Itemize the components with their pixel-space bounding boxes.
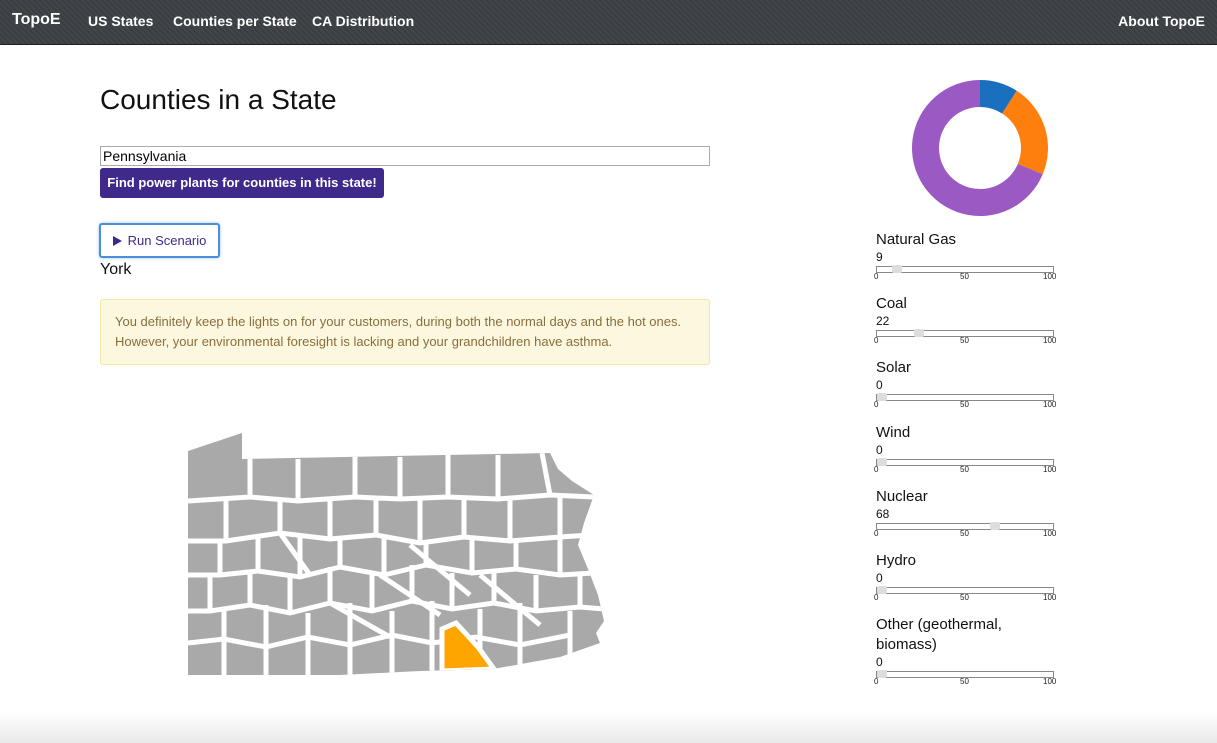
nav-link-about[interactable]: About TopoE [1118, 13, 1205, 29]
slider-other: Other (geothermal, biomass) 0 0 50 100 [874, 615, 1057, 687]
slider-wind: Wind 0 0 50 100 [874, 423, 1057, 475]
slider-label: Wind [876, 424, 911, 441]
donut-slice-coal [1002, 90, 1048, 175]
run-scenario-button[interactable]: Run Scenario [99, 223, 220, 258]
county-shapes [188, 433, 604, 675]
slider-handle[interactable] [914, 329, 924, 337]
nav-link-ca-distribution[interactable]: CA Distribution [312, 13, 414, 29]
nav-link-counties-per-state[interactable]: Counties per State [173, 13, 297, 29]
page-bottom-shadow [0, 712, 1217, 743]
slider-ticks: 0 50 100 [874, 593, 1057, 602]
energy-mix-donut-chart [912, 80, 1048, 217]
slider-solar: Solar 0 0 50 100 [874, 358, 1057, 410]
run-scenario-label: Run Scenario [127, 233, 207, 248]
slider-hydro: Hydro 0 0 50 100 [874, 551, 1057, 603]
slider-handle[interactable] [877, 458, 887, 466]
slider-ticks: 0 50 100 [874, 465, 1057, 474]
top-navbar: TopoE US States Counties per State CA Di… [0, 0, 1217, 45]
brand-link[interactable]: TopoE [12, 11, 61, 29]
slider-ticks: 0 50 100 [874, 272, 1057, 281]
slider-handle[interactable] [877, 393, 887, 401]
slider-handle[interactable] [892, 265, 902, 273]
slider-value: 0 [876, 571, 883, 585]
nav-link-us-states[interactable]: US States [88, 13, 153, 29]
slider-handle[interactable] [877, 670, 887, 678]
slider-value: 0 [876, 378, 883, 392]
state-input[interactable] [100, 146, 710, 166]
slider-label: Coal [876, 295, 907, 312]
find-power-plants-button[interactable]: Find power plants for counties in this s… [100, 168, 384, 198]
slider-ticks: 0 50 100 [874, 336, 1057, 345]
slider-label: Solar [876, 359, 912, 376]
slider-ticks: 0 50 100 [874, 400, 1057, 409]
slider-value: 0 [876, 655, 883, 669]
slider-nuclear: Nuclear 68 0 50 100 [874, 487, 1057, 539]
slider-natural-gas: Natural Gas 9 0 50 100 [874, 230, 1057, 282]
slider-ticks: 0 50 100 [874, 677, 1057, 686]
scenario-result-alert: You definitely keep the lights on for yo… [100, 299, 710, 365]
slider-label: Hydro [876, 552, 917, 569]
slider-label: Other (geothermal, biomass) [876, 616, 1002, 653]
selected-county-name: York [100, 261, 132, 278]
slider-value: 0 [876, 443, 883, 457]
slider-handle[interactable] [990, 522, 1000, 530]
slider-value: 22 [876, 314, 890, 328]
slider-value: 68 [876, 507, 890, 521]
slider-label: Nuclear [876, 488, 928, 505]
slider-coal: Coal 22 0 50 100 [874, 294, 1057, 346]
slider-value: 9 [876, 250, 883, 264]
slider-label: Natural Gas [876, 231, 957, 248]
play-icon [112, 235, 122, 246]
state-county-map [188, 433, 604, 675]
page-title: Counties in a State [100, 84, 337, 115]
slider-ticks: 0 50 100 [874, 529, 1057, 538]
slider-handle[interactable] [877, 586, 887, 594]
